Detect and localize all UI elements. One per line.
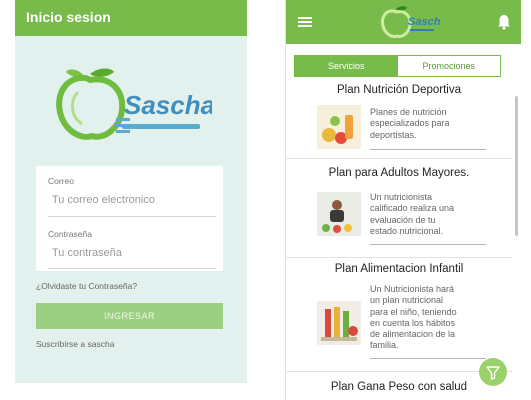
filter-fab-button[interactable] [479, 358, 507, 386]
header-logo: Sascha [380, 5, 447, 39]
email-underline [48, 216, 216, 217]
filter-icon [486, 366, 500, 380]
bell-icon[interactable] [497, 14, 511, 30]
svg-text:Sascha: Sascha [124, 90, 212, 120]
login-screen: Inicio sesion Sascha Correo Contraseña ¿… [15, 0, 247, 400]
password-underline [48, 268, 216, 269]
plan-divider [286, 158, 512, 159]
plan-underline [370, 358, 486, 359]
apple-logo-icon: Sascha [56, 68, 215, 140]
plan-underline [370, 149, 486, 150]
services-app-bar: Sascha [286, 0, 521, 44]
senior-nutrition-image [317, 192, 361, 236]
subscribe-link[interactable]: Suscribirse a sascha [36, 339, 114, 349]
scrollbar[interactable] [515, 96, 518, 236]
services-tabs: Servicios Promociones [294, 55, 501, 77]
sascha-logo: Sascha [52, 64, 215, 144]
email-label: Correo [48, 176, 74, 186]
email-field[interactable] [52, 194, 212, 206]
login-form-card: Correo Contraseña [36, 166, 223, 271]
plan-description: Planes de nutrición especializados para … [370, 107, 450, 140]
plan-description: Un nutricionista calificado realiza una … [370, 192, 455, 236]
plan-underline [370, 244, 486, 245]
svg-text:Sascha: Sascha [408, 16, 440, 28]
plan-description: Un Nutricionista hará un plan nutriciona… [370, 284, 457, 351]
login-button[interactable]: INGRESAR [36, 303, 223, 329]
plan-title: Plan para Adultos Mayores. [328, 167, 470, 179]
tab-promociones[interactable]: Promociones [397, 56, 500, 76]
password-label: Contraseña [48, 229, 92, 239]
apple-logo-icon: Sascha [381, 6, 447, 38]
hamburger-menu-icon[interactable] [298, 17, 312, 27]
services-screen: Sascha Servicios Promociones Plan Nutric… [285, 0, 521, 400]
forgot-password-link[interactable]: ¿Olvidaste tu Contraseña? [36, 281, 137, 291]
login-bottom-area [15, 383, 247, 400]
tab-servicios[interactable]: Servicios [295, 56, 398, 76]
child-nutrition-image [317, 301, 361, 345]
plan-title: Plan Nutrición Deportiva [336, 84, 461, 96]
plan-title: Plan Alimentacion Infantil [334, 263, 464, 275]
sports-nutrition-image [317, 105, 361, 149]
login-app-bar: Inicio sesion [15, 0, 247, 36]
password-field[interactable] [52, 247, 212, 259]
plan-divider [286, 257, 512, 258]
login-title: Inicio sesion [26, 9, 111, 25]
